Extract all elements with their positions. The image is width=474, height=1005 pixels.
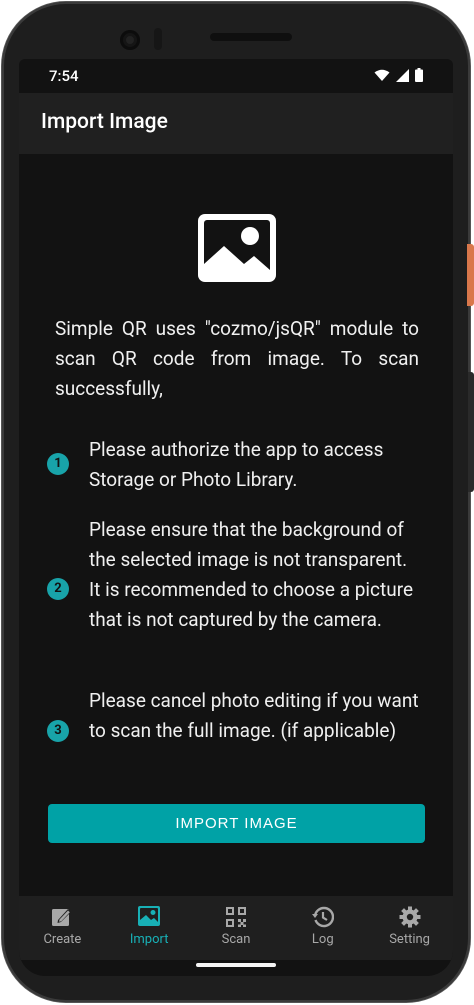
qr-scan-icon xyxy=(225,907,246,927)
tab-label: Setting xyxy=(389,932,430,947)
app-bar: Import Image xyxy=(19,93,453,154)
home-indicator[interactable] xyxy=(196,963,276,967)
tab-import[interactable]: Import xyxy=(106,896,193,960)
step-number-badge: 3 xyxy=(47,720,69,742)
signal-icon xyxy=(396,68,409,82)
step-text: Please cancel photo editing if you want … xyxy=(89,689,419,742)
front-camera xyxy=(120,30,140,50)
tab-label: Create xyxy=(43,932,82,947)
earpiece-speaker xyxy=(210,33,292,41)
tab-label: Import xyxy=(129,932,169,947)
tab-setting[interactable]: Setting xyxy=(366,896,453,960)
tab-label: Log xyxy=(311,932,334,947)
tab-scan[interactable]: Scan xyxy=(193,896,280,960)
import-image-button[interactable]: IMPORT IMAGE xyxy=(48,804,425,843)
step-number-badge: 1 xyxy=(47,453,69,475)
step-number-badge: 2 xyxy=(47,578,69,600)
tab-log[interactable]: Log xyxy=(279,896,366,960)
step-text: Please authorize the app to access Stora… xyxy=(89,438,384,491)
proximity-sensor xyxy=(154,28,162,50)
battery-icon xyxy=(415,68,423,82)
image-icon xyxy=(138,906,161,926)
status-bar: 7:54 xyxy=(19,59,453,93)
tab-create[interactable]: Create xyxy=(19,896,106,960)
bottom-tab-bar: Create Import Scan Log Setting xyxy=(19,896,453,960)
screen: 7:54 Import Image Simple QR uses "cozmo/… xyxy=(19,59,453,976)
wifi-icon xyxy=(374,69,390,81)
intro-text: Simple QR uses "cozmo/jsQR" module to sc… xyxy=(55,317,419,400)
gear-icon xyxy=(399,906,421,928)
volume-button xyxy=(468,372,474,492)
page-title: Import Image xyxy=(41,110,168,134)
tab-label: Scan xyxy=(221,932,251,947)
status-time: 7:54 xyxy=(49,67,79,85)
history-icon xyxy=(311,906,334,928)
edit-square-icon xyxy=(52,909,72,926)
image-icon xyxy=(198,214,276,282)
step-text: Please ensure that the background of the… xyxy=(89,518,414,631)
power-button xyxy=(467,244,474,306)
